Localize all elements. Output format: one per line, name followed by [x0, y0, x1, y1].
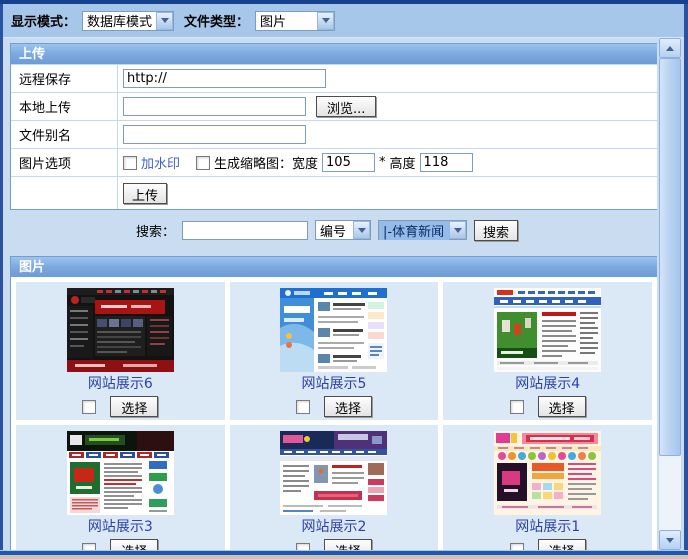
file-alias-label: 文件别名: [11, 121, 118, 148]
item-checkbox[interactable]: [82, 400, 96, 414]
scroll-down-icon[interactable]: [659, 530, 681, 550]
thumbnail-image[interactable]: [280, 431, 387, 515]
file-type-select[interactable]: 图片: [255, 11, 335, 31]
image-options-row: 图片选项 加水印 生成缩略图：宽度 * 高度: [11, 148, 657, 176]
display-mode-value: 数据库模式: [83, 11, 156, 30]
item-select-button[interactable]: 选择: [538, 396, 586, 417]
gallery-panel: 图片: [10, 256, 657, 550]
item-select-button[interactable]: 选择: [538, 539, 586, 550]
thumbnail-width-label: 生成缩略图：宽度: [214, 153, 318, 172]
local-file-input[interactable]: [123, 97, 306, 116]
search-field-select[interactable]: 编号: [315, 220, 371, 240]
item-select-button[interactable]: 选择: [324, 539, 372, 550]
chevron-down-icon[interactable]: [353, 221, 370, 239]
gallery-item: 网站展示3 选择: [16, 425, 225, 550]
browse-button[interactable]: 浏览...: [316, 96, 376, 117]
thumbnail-image[interactable]: [67, 431, 174, 515]
item-label: 网站展示2: [302, 519, 367, 535]
remote-save-row: 远程保存: [11, 64, 657, 92]
search-input[interactable]: [182, 221, 308, 240]
gallery-item: 网站展示6 选择: [16, 282, 225, 420]
mode-toolbar: 显示模式： 数据库模式 文件类型： 图片: [3, 4, 684, 38]
submit-row-spacer: [11, 177, 118, 209]
thumbnail-height-input[interactable]: [420, 153, 473, 172]
watermark-label: 加水印: [141, 153, 180, 172]
thumbnail-width-input[interactable]: [322, 153, 375, 172]
remote-save-label: 远程保存: [11, 65, 118, 92]
remote-url-input[interactable]: [123, 69, 326, 88]
file-type-label: 文件类型：: [184, 11, 249, 30]
watermark-checkbox[interactable]: [123, 156, 137, 170]
image-options-label: 图片选项: [11, 149, 118, 176]
search-category-value: |-体育新闻: [379, 221, 449, 240]
gallery-item: 网站展示1 选择: [443, 425, 652, 550]
item-checkbox[interactable]: [510, 400, 524, 414]
scrollbar-thumb[interactable]: [659, 58, 681, 456]
search-category-select[interactable]: |-体育新闻: [378, 220, 467, 240]
search-field-value: 编号: [316, 221, 353, 240]
item-label: 网站展示5: [302, 376, 367, 392]
search-bar: 搜索： 编号 |-体育新闻 搜索: [3, 218, 651, 242]
dimension-separator: *: [379, 155, 386, 170]
item-label: 网站展示6: [88, 376, 153, 392]
item-label: 网站展示3: [88, 519, 153, 535]
thumbnail-image[interactable]: [494, 431, 601, 515]
gallery-panel-title: 图片: [11, 257, 657, 277]
local-upload-label: 本地上传: [11, 93, 118, 120]
upload-panel-title: 上传: [11, 44, 657, 64]
chevron-down-icon[interactable]: [449, 221, 466, 239]
gallery-item: 网站展示4 选择: [443, 282, 652, 420]
thumbnail-image[interactable]: [494, 288, 601, 372]
item-checkbox[interactable]: [296, 400, 310, 414]
file-alias-input[interactable]: [123, 125, 306, 144]
item-label: 网站展示4: [515, 376, 580, 392]
thumbnail-checkbox[interactable]: [196, 156, 210, 170]
item-select-button[interactable]: 选择: [324, 396, 372, 417]
upload-submit-button[interactable]: 上传: [123, 183, 167, 204]
thumbnail-image[interactable]: [67, 288, 174, 372]
search-label: 搜索：: [136, 221, 175, 240]
item-checkbox[interactable]: [510, 543, 524, 551]
item-label: 网站展示1: [515, 519, 580, 535]
file-alias-row: 文件别名: [11, 120, 657, 148]
item-checkbox[interactable]: [82, 543, 96, 551]
vertical-scrollbar[interactable]: [659, 38, 681, 550]
file-type-value: 图片: [256, 11, 317, 30]
local-upload-row: 本地上传 浏览...: [11, 92, 657, 120]
page-content: 上传 远程保存 本地上传 浏览... 文件别名 图片选项 加水印: [3, 38, 657, 550]
gallery-item: 网站展示2 选择: [230, 425, 439, 550]
window-frame-right: [684, 4, 688, 550]
scroll-up-icon[interactable]: [659, 38, 681, 58]
display-mode-select[interactable]: 数据库模式: [82, 11, 174, 31]
upload-panel: 上传 远程保存 本地上传 浏览... 文件别名 图片选项 加水印: [10, 43, 657, 210]
thumbnail-height-label: 高度: [390, 153, 416, 172]
submit-row: 上传: [11, 176, 657, 209]
gallery-grid: 网站展示6 选择: [11, 277, 657, 550]
display-mode-label: 显示模式：: [11, 11, 76, 30]
window-frame-bottom: [0, 550, 688, 559]
thumbnail-image[interactable]: [280, 288, 387, 372]
gallery-item: 网站展示5 选择: [230, 282, 439, 420]
search-button[interactable]: 搜索: [474, 220, 518, 241]
item-checkbox[interactable]: [296, 543, 310, 551]
item-select-button[interactable]: 选择: [110, 539, 158, 550]
item-select-button[interactable]: 选择: [110, 396, 158, 417]
chevron-down-icon[interactable]: [317, 12, 334, 30]
chevron-down-icon[interactable]: [156, 12, 173, 30]
